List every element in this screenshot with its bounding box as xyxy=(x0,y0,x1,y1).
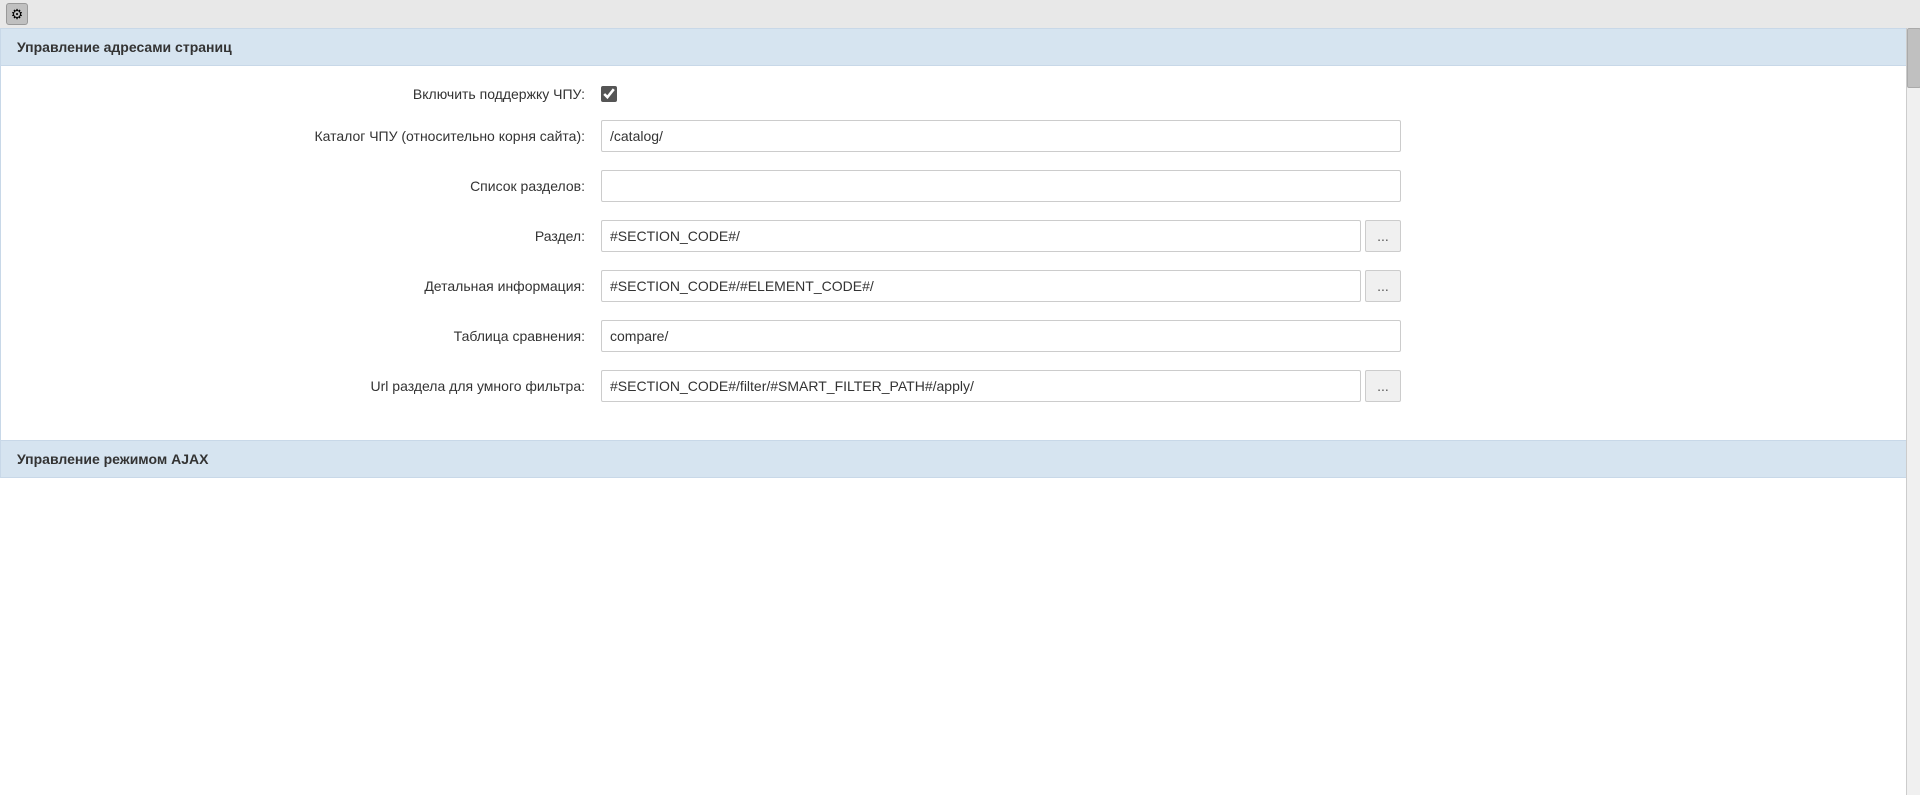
section-browse-button[interactable]: ... xyxy=(1365,220,1401,252)
control-detail-info: ... xyxy=(601,270,1899,302)
scrollbar-track[interactable] xyxy=(1906,28,1920,795)
form-row-catalog-spu: Каталог ЧПУ (относительно корня сайта): xyxy=(1,120,1919,152)
smart-filter-url-input[interactable] xyxy=(601,370,1361,402)
section-list-input[interactable] xyxy=(601,170,1401,202)
browse-btn-label-3: ... xyxy=(1377,378,1389,394)
form-row-smart-filter-url: Url раздела для умного фильтра: ... xyxy=(1,370,1919,402)
ajax-management-header: Управление режимом AJAX xyxy=(1,440,1919,477)
control-section-list xyxy=(601,170,1899,202)
detail-info-input[interactable] xyxy=(601,270,1361,302)
section-input[interactable] xyxy=(601,220,1361,252)
page-wrapper: ⚙ Управление адресами страниц Включить п… xyxy=(0,0,1920,795)
label-section-list: Список разделов: xyxy=(21,178,601,194)
browse-btn-label: ... xyxy=(1377,228,1389,244)
top-icon-area: ⚙ xyxy=(0,0,1920,28)
label-compare-table: Таблица сравнения: xyxy=(21,328,601,344)
control-smart-filter-url: ... xyxy=(601,370,1899,402)
label-catalog-spu: Каталог ЧПУ (относительно корня сайта): xyxy=(21,128,601,144)
control-compare-table xyxy=(601,320,1899,352)
ajax-management-title: Управление режимом AJAX xyxy=(17,451,208,467)
address-management-title: Управление адресами страниц xyxy=(17,39,232,55)
gear-icon-btn[interactable]: ⚙ xyxy=(6,3,28,25)
label-enable-spu: Включить поддержку ЧПУ: xyxy=(21,86,601,102)
form-row-compare-table: Таблица сравнения: xyxy=(1,320,1919,352)
smart-filter-browse-button[interactable]: ... xyxy=(1365,370,1401,402)
form-row-enable-spu: Включить поддержку ЧПУ: xyxy=(1,86,1919,102)
address-management-body: Включить поддержку ЧПУ: Каталог ЧПУ (отн… xyxy=(1,66,1919,440)
detail-info-browse-button[interactable]: ... xyxy=(1365,270,1401,302)
form-row-section-list: Список разделов: xyxy=(1,170,1919,202)
label-detail-info: Детальная информация: xyxy=(21,278,601,294)
scrollbar-thumb[interactable] xyxy=(1907,28,1920,88)
form-row-section: Раздел: ... xyxy=(1,220,1919,252)
gear-icon: ⚙ xyxy=(11,6,24,23)
form-row-detail-info: Детальная информация: ... xyxy=(1,270,1919,302)
address-management-header: Управление адресами страниц xyxy=(1,29,1919,66)
control-section: ... xyxy=(601,220,1899,252)
address-management-section: Управление адресами страниц Включить под… xyxy=(0,28,1920,478)
label-smart-filter-url: Url раздела для умного фильтра: xyxy=(21,378,601,394)
catalog-spu-input[interactable] xyxy=(601,120,1401,152)
control-catalog-spu xyxy=(601,120,1899,152)
enable-spu-checkbox[interactable] xyxy=(601,86,617,102)
browse-btn-label-2: ... xyxy=(1377,278,1389,294)
control-enable-spu xyxy=(601,86,1899,102)
label-section: Раздел: xyxy=(21,228,601,244)
compare-table-input[interactable] xyxy=(601,320,1401,352)
